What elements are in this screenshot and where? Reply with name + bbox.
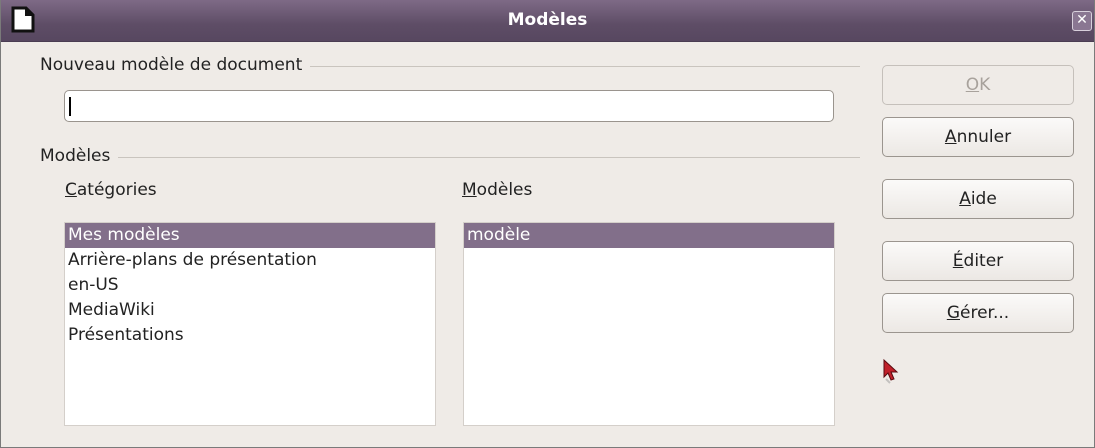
list-item[interactable]: Arrière-plans de présentation	[65, 248, 435, 273]
ok-button[interactable]: OK	[882, 65, 1074, 105]
list-item[interactable]: modèle	[464, 223, 834, 248]
manage-button[interactable]: Gérer...	[882, 293, 1074, 333]
template-name-input[interactable]	[64, 90, 834, 122]
templates-label: Modèles	[462, 180, 533, 200]
categories-list[interactable]: Mes modèles Arrière-plans de présentatio…	[64, 222, 436, 426]
close-icon[interactable]: ✕	[1072, 11, 1092, 31]
title-bar[interactable]: Modèles ✕	[1, 0, 1094, 42]
templates-section-label: Modèles	[40, 146, 119, 166]
help-button[interactable]: Aide	[882, 179, 1074, 219]
new-template-section-label: Nouveau modèle de document	[40, 55, 311, 75]
list-item[interactable]: MediaWiki	[65, 298, 435, 323]
list-item[interactable]: en-US	[65, 273, 435, 298]
cancel-button[interactable]: Annuler	[882, 117, 1074, 157]
templates-dialog: Modèles ✕ Nouveau modèle de document Mod…	[0, 0, 1095, 448]
templates-list[interactable]: modèle	[463, 222, 835, 426]
categories-label: Catégories	[65, 180, 157, 200]
list-item[interactable]: Mes modèles	[65, 223, 435, 248]
list-item[interactable]: Présentations	[65, 323, 435, 348]
window-title: Modèles	[507, 10, 588, 30]
edit-button[interactable]: Éditer	[882, 241, 1074, 281]
mouse-pointer-icon	[883, 358, 899, 384]
separator	[41, 157, 860, 158]
text-caret	[69, 97, 71, 116]
